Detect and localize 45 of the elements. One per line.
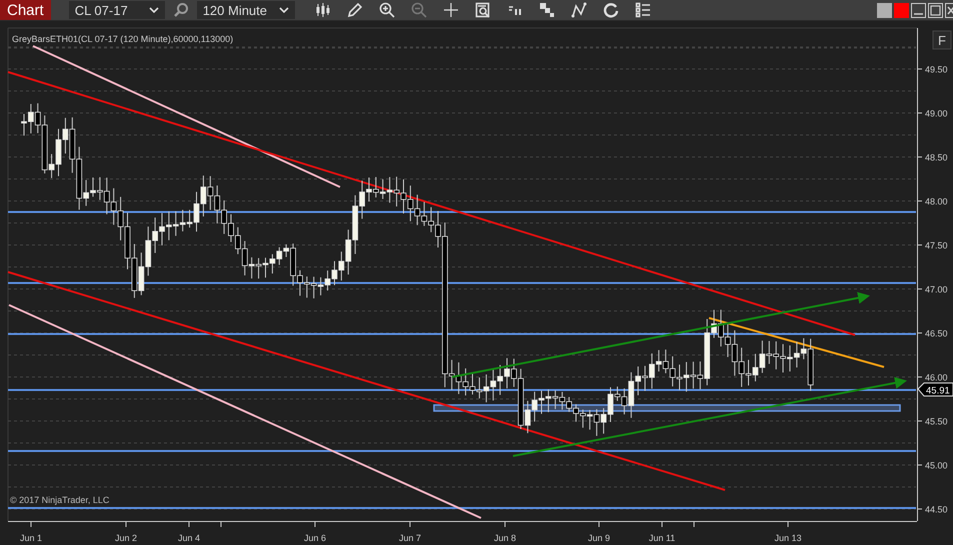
data-box-icon[interactable] — [474, 2, 491, 18]
price-axis-label: 47.50 — [925, 240, 948, 250]
close-icon[interactable] — [945, 2, 953, 18]
price-axis-label: 46.50 — [925, 328, 948, 338]
maximize-icon[interactable] — [928, 2, 943, 18]
date-axis-label: Jun 7 — [398, 533, 422, 543]
date-axis-label: Jun 4 — [178, 533, 200, 543]
date-axis-label: Jun 8 — [494, 533, 516, 543]
date-axis-label: Jun 13 — [774, 533, 802, 543]
price-axis-label: 48.00 — [925, 196, 948, 206]
copyright-text: © 2017 NinjaTrader, LLC — [10, 495, 110, 505]
price-tag: 45.91 — [917, 382, 953, 396]
link-toggle-button[interactable] — [894, 2, 909, 18]
price-axis-label: 45.00 — [925, 460, 948, 470]
line-nodes-icon[interactable] — [570, 2, 587, 18]
date-axis-label: Jun 2 — [114, 533, 138, 543]
chart-title: Chart — [0, 0, 51, 20]
price-axis-label: 48.50 — [925, 152, 948, 162]
minimize-icon[interactable] — [911, 2, 926, 18]
zoom-out-icon[interactable] — [410, 2, 427, 18]
window-option-button[interactable] — [877, 2, 892, 18]
date-axis-label: Jun 11 — [648, 533, 676, 543]
price-axis-label: 44.50 — [925, 504, 948, 514]
price-axis-label: 46.00 — [925, 372, 948, 382]
instrument-dropdown[interactable]: CL 07-17 — [68, 1, 165, 19]
candlestick-icon[interactable] — [314, 2, 331, 18]
refresh-icon[interactable] — [602, 2, 619, 18]
crosshair-icon[interactable] — [442, 2, 459, 18]
zoom-in-icon[interactable] — [378, 2, 395, 18]
list-icon[interactable] — [634, 2, 651, 18]
price-axis-label: 45.50 — [925, 416, 948, 426]
search-icon[interactable] — [172, 2, 189, 18]
date-axis-label: Jun 6 — [304, 533, 326, 543]
price-axis-label: 49.00 — [925, 108, 948, 118]
indicator-label: GreyBarsETH01(CL 07-17 (120 Minute),60000,113000) — [12, 34, 234, 44]
date-axis-label: Jun 1 — [20, 533, 42, 543]
pencil-icon[interactable] — [346, 2, 363, 18]
caret-icon — [148, 6, 159, 14]
price-axis-label: 49.50 — [925, 64, 948, 74]
caret-icon — [278, 6, 289, 14]
interval-dropdown[interactable]: 120 Minute — [196, 1, 295, 19]
f-button[interactable]: F — [932, 30, 952, 50]
squares-icon[interactable] — [538, 2, 555, 18]
date-axis-label: Jun 9 — [588, 533, 610, 543]
price-axis-label: 47.00 — [925, 284, 948, 294]
